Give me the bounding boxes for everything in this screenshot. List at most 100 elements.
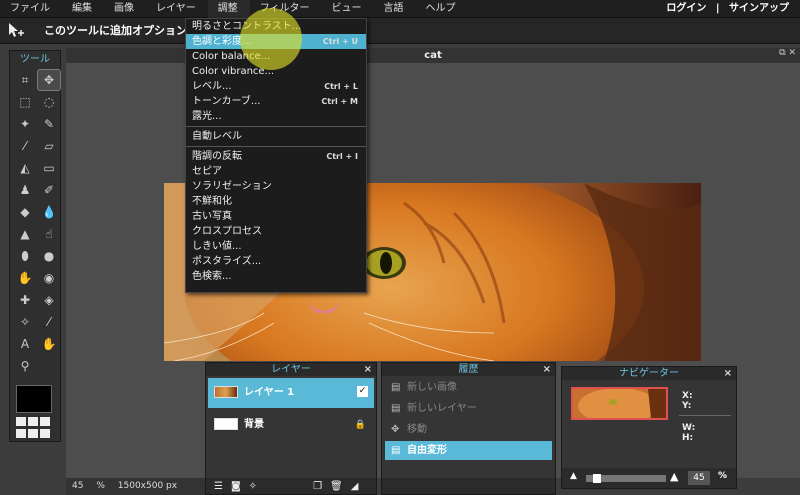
hand-icon[interactable]: ✋: [38, 334, 60, 354]
menu-view[interactable]: ビュー: [322, 0, 374, 18]
adjust-menu-item[interactable]: 色調と彩度... Ctrl + U: [186, 34, 366, 49]
close-icon[interactable]: ×: [364, 363, 372, 376]
adjust-menu-item[interactable]: 露光...: [186, 109, 366, 124]
zoom-slider[interactable]: [586, 474, 666, 483]
adjust-menu-item[interactable]: 不鮮和化: [186, 194, 366, 209]
blur-icon[interactable]: 💧: [38, 202, 60, 222]
login-link[interactable]: ログイン: [666, 3, 706, 14]
bucket-icon[interactable]: ◭: [14, 158, 36, 178]
navigator-w-label: W:: [682, 423, 696, 433]
crop-icon[interactable]: ⌗: [14, 70, 36, 90]
eraser-icon[interactable]: ▱: [38, 136, 60, 156]
history-item-active[interactable]: ▤ 自由変形: [385, 441, 552, 460]
status-zoom[interactable]: 45: [72, 481, 83, 491]
foreground-color-swatch[interactable]: [16, 385, 52, 413]
menu-item-label: トーンカーブ...: [192, 96, 261, 107]
signup-link[interactable]: サインアップ: [729, 3, 789, 14]
layers-panel: レイヤー × レイヤー 1 ✓ 背景 🔒 ☰ ◙ ✧ ❐ 🗑 ◢: [205, 362, 377, 495]
layers-panel-title: レイヤー ×: [206, 363, 376, 376]
layer-mask-icon[interactable]: ◙: [231, 481, 241, 492]
window-restore-icon[interactable]: ⧉ ✕: [779, 48, 796, 58]
adjust-menu-item[interactable]: 色検索...: [186, 269, 366, 284]
history-toolbar: [382, 478, 555, 494]
trash-icon[interactable]: 🗑: [330, 481, 343, 492]
menu-item-label: 不鮮和化: [192, 196, 232, 207]
adjust-menu-item[interactable]: 古い写真: [186, 209, 366, 224]
menu-edit[interactable]: 編集: [62, 0, 104, 18]
zoom-in-icon[interactable]: ▲: [670, 470, 678, 483]
zoom-icon[interactable]: ⚲: [14, 356, 36, 376]
navigator-thumbnail[interactable]: [571, 387, 668, 420]
zoom-slider-handle[interactable]: [593, 474, 602, 483]
account-area: ログイン | サインアップ: [663, 0, 792, 18]
dodge-icon[interactable]: ●: [38, 246, 60, 266]
redeye-icon[interactable]: ◉: [38, 268, 60, 288]
smudge-icon[interactable]: ☝: [38, 224, 60, 244]
adjust-menu-dropdown: 明るさとコントラスト... 色調と彩度... Ctrl + U Color balan…: [185, 18, 367, 293]
layer-style-icon[interactable]: ✧: [249, 481, 257, 492]
history-panel: 履歴 × ▤ 新しい画像 ▤ 新しいレイヤー ✥ 移動 ▤ 自由変形: [381, 362, 556, 495]
menu-adjust[interactable]: 調整: [207, 0, 250, 18]
adjust-menu-item[interactable]: Color balance...: [186, 49, 366, 64]
history-item[interactable]: ▤ 新しいレイヤー: [385, 399, 552, 418]
bloat-icon[interactable]: ◈: [38, 290, 60, 310]
adjust-menu-item[interactable]: セピア: [186, 164, 366, 179]
cat-thumbnail-image: [573, 389, 666, 418]
spot-heal-icon[interactable]: ✚: [14, 290, 36, 310]
menu-layer[interactable]: レイヤー: [146, 0, 208, 18]
close-icon[interactable]: ×: [543, 363, 551, 376]
menu-file[interactable]: ファイル: [0, 0, 62, 18]
adjust-menu-item[interactable]: 自動レベル: [186, 129, 366, 144]
menu-item-label: 自動レベル: [192, 131, 242, 142]
pinch-icon[interactable]: ✧: [14, 312, 36, 332]
grid-icon[interactable]: [16, 417, 52, 439]
move-icon[interactable]: ✥: [37, 69, 61, 91]
menu-separator: [186, 146, 366, 147]
type-icon[interactable]: A: [14, 334, 36, 354]
zoom-value-field[interactable]: 45: [688, 471, 710, 485]
sponge-icon[interactable]: ⬮: [14, 246, 36, 266]
stamp-icon[interactable]: ♟: [14, 180, 36, 200]
adjust-menu-item[interactable]: トーンカーブ... Ctrl + M: [186, 94, 366, 109]
adjust-menu-item[interactable]: クロスプロセス: [186, 224, 366, 239]
menu-help[interactable]: ヘルプ: [416, 0, 468, 18]
adjust-menu-item[interactable]: ソラリゼーション: [186, 179, 366, 194]
color-picker-icon[interactable]: ⁄: [38, 312, 60, 332]
adjust-menu-item[interactable]: しきい値...: [186, 239, 366, 254]
lasso-icon[interactable]: ◌: [38, 92, 60, 112]
brush-icon[interactable]: ⁄: [14, 136, 36, 156]
resize-grip-icon[interactable]: ◢: [351, 481, 359, 492]
menu-item-shortcut: Ctrl + M: [321, 97, 358, 106]
menu-filter[interactable]: フィルター: [250, 0, 322, 18]
layer-settings-icon[interactable]: ☰: [214, 481, 223, 492]
magic-wand-icon[interactable]: ✦: [14, 114, 36, 134]
gradient-icon[interactable]: ▭: [38, 158, 60, 178]
zoom-out-icon[interactable]: ▲: [570, 471, 577, 481]
menu-item-label: クロスプロセス: [192, 226, 262, 237]
history-item[interactable]: ▤ 新しい画像: [385, 378, 552, 397]
layer-visibility-checkbox[interactable]: ✓: [357, 386, 368, 397]
layer-item[interactable]: 背景 🔒: [208, 410, 374, 440]
adjust-menu-item[interactable]: Color vibrance...: [186, 64, 366, 79]
option-bar-text: このツールに追加オプションは: [44, 24, 194, 37]
pencil-icon[interactable]: ✎: [38, 114, 60, 134]
marquee-icon[interactable]: ⬚: [14, 92, 36, 112]
menu-language[interactable]: 言語: [374, 0, 416, 18]
drawing-icon[interactable]: ◆: [14, 202, 36, 222]
adjust-menu-item[interactable]: レベル... Ctrl + L: [186, 79, 366, 94]
sharpen-icon[interactable]: ▲: [14, 224, 36, 244]
adjust-menu-item[interactable]: 階調の反転 Ctrl + I: [186, 149, 366, 164]
status-zoom-pct: %: [96, 481, 105, 491]
layer-thumbnail: [214, 418, 238, 430]
menu-item-label: 色検索...: [192, 271, 232, 282]
color-replace-icon[interactable]: ✐: [38, 180, 60, 200]
menu-item-label: しきい値...: [192, 241, 242, 252]
burn-icon[interactable]: ✋: [14, 268, 36, 288]
menu-image[interactable]: 画像: [104, 0, 146, 18]
new-layer-icon[interactable]: ❐: [313, 481, 322, 492]
layer-item[interactable]: レイヤー 1 ✓: [208, 378, 374, 408]
close-icon[interactable]: ×: [724, 367, 732, 380]
adjust-menu-item[interactable]: 明るさとコントラスト...: [186, 19, 366, 34]
history-item[interactable]: ✥ 移動: [385, 420, 552, 439]
adjust-menu-item[interactable]: ポスタライズ...: [186, 254, 366, 269]
